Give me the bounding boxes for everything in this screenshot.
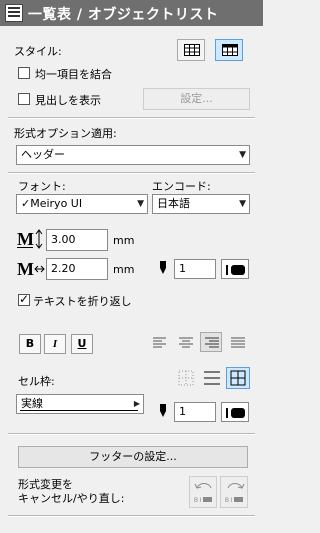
frame-none-icon[interactable] [178,370,194,386]
frame-horizontal-icon[interactable] [203,370,221,386]
divider [8,515,255,517]
align-center-icon[interactable] [178,336,194,350]
italic-button[interactable]: I [44,334,66,354]
redo-format-button[interactable]: B I [220,476,248,508]
align-right-icon [205,337,219,348]
text-width-field[interactable]: 2.20 [46,258,108,280]
text-pen-color-button[interactable] [221,259,249,279]
window-title: 一覧表 / オブジェクトリスト [28,7,219,23]
encoding-value: 日本語 [157,197,190,210]
encoding-dropdown[interactable]: 日本語 ▼ [152,194,250,214]
divider [8,117,255,119]
format-options-dropdown[interactable]: ヘッダー ▼ [16,145,250,165]
footer-settings-button[interactable]: フッターの設定... [18,446,248,468]
text-height-icon: M [17,229,43,249]
show-header-checkbox[interactable] [18,93,30,105]
divider [8,172,255,174]
wrap-text-label: テキストを折り返し [33,295,132,308]
table-grid-icon [184,44,200,56]
line-type-value: 実線 [21,397,43,410]
redo-icon: B I [225,483,245,504]
pen-icon [160,261,166,274]
merge-label: 均一項目を結合 [35,68,112,81]
merge-checkbox[interactable] [18,67,30,79]
svg-text:B I: B I [194,498,202,504]
font-value: ✓Meiryo UI [21,197,83,210]
text-height-unit: mm [113,234,135,247]
chevron-down-icon: ▼ [239,150,246,160]
align-right-button[interactable] [200,332,222,352]
svg-text:B I: B I [225,498,233,504]
text-pen-field[interactable]: 1 [174,259,216,279]
format-options-label: 形式オプション適用: [14,127,117,140]
line-sample [20,410,138,411]
format-options-value: ヘッダー [21,148,65,161]
frame-pen-color-button[interactable] [221,402,249,422]
font-dropdown[interactable]: ✓Meiryo UI ▼ [16,194,148,214]
svg-text:M: M [17,229,34,249]
bold-button[interactable]: B [19,334,41,354]
style-grid-toggle[interactable] [177,39,205,61]
chevron-down-icon: ▼ [137,199,144,209]
line-type-dropdown[interactable]: 実線 ▶ [16,394,144,414]
text-width-icon: M [17,259,45,279]
settings-button[interactable]: 設定... [143,88,250,110]
table-header-icon [222,44,238,56]
underline-button[interactable]: U [71,334,93,354]
style-grid-header-toggle[interactable] [215,39,243,61]
undo-icon: B I [194,483,212,504]
text-height-field[interactable]: 3.00 [46,229,108,251]
cell-frame-label: セル枠: [18,375,55,388]
wrap-text-checkbox[interactable] [18,292,30,306]
show-header-label: 見出しを表示 [35,94,101,107]
list-icon [5,4,23,22]
style-label: スタイル: [14,45,62,58]
align-left-icon[interactable] [152,336,168,350]
chevron-down-icon: ▼ [239,199,246,209]
encoding-label: エンコード: [152,180,211,193]
pen-icon [160,404,166,417]
undo-format-button[interactable]: B I [189,476,217,508]
frame-all-icon [230,370,246,386]
text-width-unit: mm [113,263,135,276]
svg-text:M: M [17,259,34,279]
frame-pen-field[interactable]: 1 [174,402,216,422]
undo-label-line2: キャンセル/やり直し: [18,492,125,505]
frame-all-button[interactable] [226,367,250,389]
font-label: フォント: [18,180,66,193]
title-bar[interactable]: 一覧表 / オブジェクトリスト [0,0,263,26]
align-justify-icon[interactable] [230,336,246,350]
divider [8,433,255,435]
